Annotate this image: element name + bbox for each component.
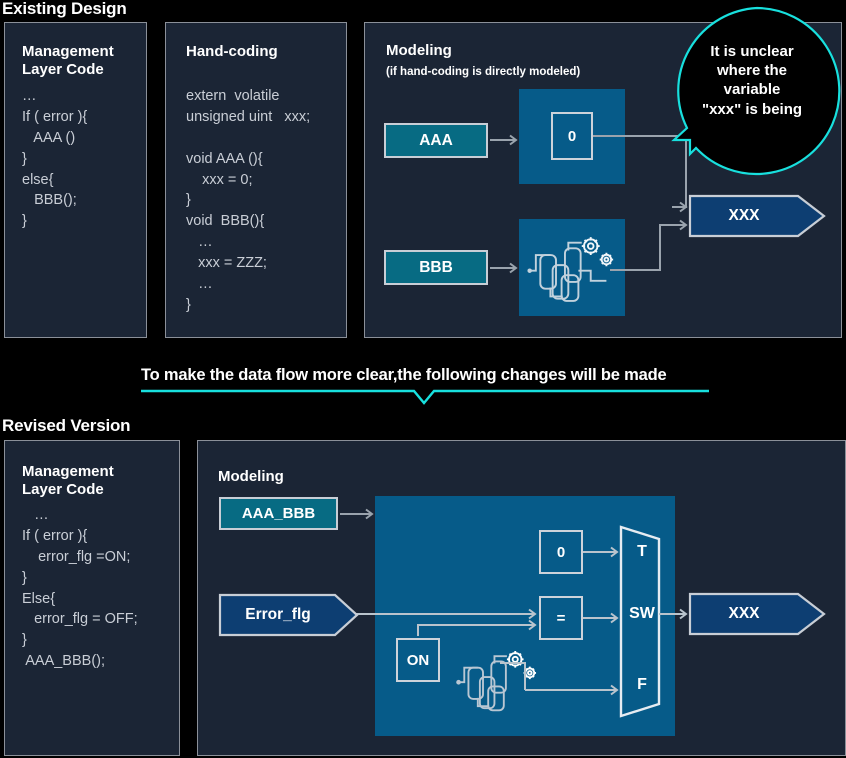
- code-management-revised: … If ( error ){ error_flg =ON; } Else{ e…: [22, 507, 138, 670]
- code-hand-coding: extern volatile unsigned uint xxx; void …: [186, 88, 311, 313]
- panel-title-modeling-revised: Modeling: [218, 468, 284, 485]
- canvas-block-bbb: [519, 219, 625, 316]
- callout-unclear-variable: It is unclear where the variable "xxx" i…: [660, 6, 841, 178]
- switch-label-sw: SW: [629, 605, 655, 622]
- output-port-xxx-existing: XXX: [688, 194, 826, 238]
- output-port-xxx-revised: XXX: [688, 592, 826, 636]
- code-management-existing: … If ( error ){ AAA () } else{ BBB(); }: [22, 88, 88, 230]
- section-title-revised: Revised Version: [2, 416, 131, 435]
- switch-label-false: F: [637, 676, 647, 693]
- panel-title-management-revised: Management Layer Code: [22, 463, 114, 499]
- port-aaa-bbb: AAA_BBB: [219, 497, 338, 530]
- section-title-existing: Existing Design: [2, 0, 127, 18]
- panel-title-modeling-existing: Modeling: [386, 42, 452, 59]
- banner-text: To make the data flow more clear,the fol…: [141, 366, 667, 384]
- port-bbb: BBB: [384, 250, 488, 285]
- port-error-flg: Error_flg: [218, 593, 359, 637]
- constant-block-on: ON: [396, 638, 440, 682]
- port-aaa: AAA: [384, 123, 488, 158]
- banner-underline-arrow: [141, 389, 709, 405]
- panel-title-management-existing: Management Layer Code: [22, 43, 114, 79]
- callout-text: It is unclear where the variable "xxx" i…: [701, 43, 803, 118]
- port-error-flg-label: Error_flg: [245, 606, 311, 623]
- output-port-xxx-revised-label: XXX: [728, 605, 760, 622]
- output-port-xxx-existing-label: XXX: [728, 207, 760, 224]
- const-block-zero-revised: 0: [539, 530, 583, 574]
- panel-subtitle-modeling-existing: (if hand-coding is directly modeled): [386, 66, 581, 78]
- const-block-zero-existing: 0: [551, 112, 593, 160]
- switch-label-true: T: [637, 543, 647, 560]
- panel-title-hand-coding: Hand-coding: [186, 43, 278, 60]
- compare-block-equals: =: [539, 596, 583, 640]
